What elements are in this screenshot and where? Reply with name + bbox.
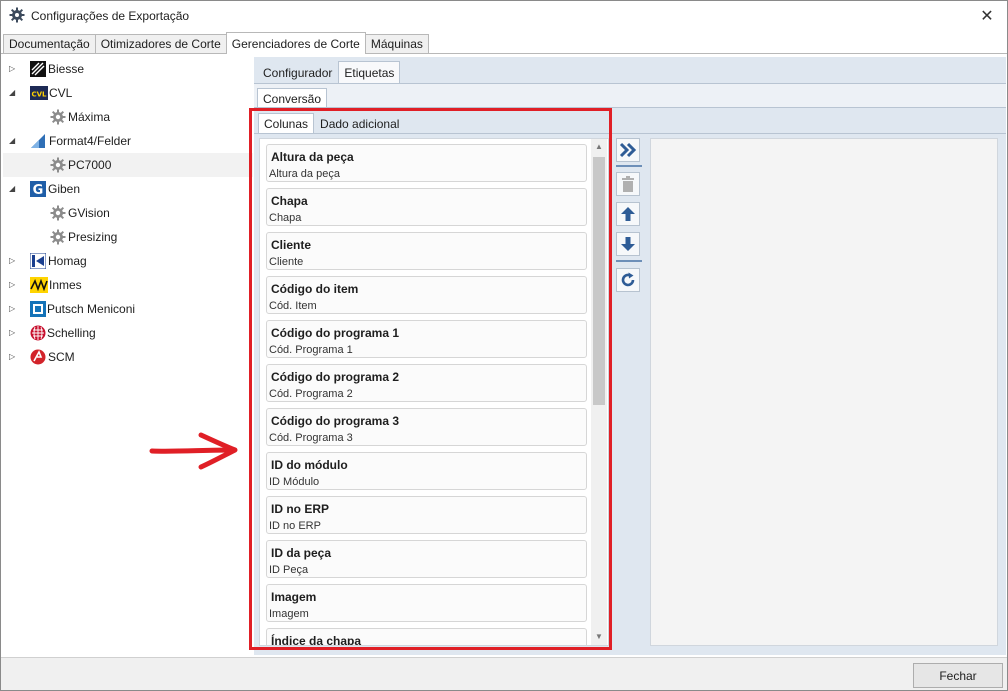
expand-icon[interactable]: ▷ [9,304,19,314]
giben-logo-icon: G [30,181,46,197]
expand-icon[interactable]: ▷ [9,280,19,290]
tree-item-label: Máxima [68,110,111,124]
tree-item-cvl[interactable]: ◢ CVL CVL [3,81,253,105]
selected-columns-list[interactable] [650,138,998,646]
add-all-button[interactable] [616,138,640,162]
biesse-logo-icon [30,61,46,77]
tree-item-label: Homag [48,254,87,268]
tree-item-label: PC7000 [68,158,112,172]
window-title: Configurações de Exportação [31,9,190,23]
add-all-icon [619,142,637,158]
tree-item-label: Presizing [68,230,118,244]
move-down-icon [621,237,635,251]
tree-item-label: Inmes [49,278,82,292]
tab-conversao[interactable]: Conversão [257,88,328,108]
tree-item-label: Format4/Felder [49,134,132,148]
tree-item-label: Giben [48,182,81,196]
move-up-icon [621,207,635,221]
collapse-icon[interactable]: ◢ [9,136,19,146]
schelling-logo-icon [30,325,46,341]
toolbar-separator [616,165,642,167]
svg-text:CVL: CVL [31,91,47,99]
tree-item-presizing[interactable]: Presizing [3,225,253,249]
export-settings-window: Configurações de Exportação ✕ Documentaç… [0,0,1008,691]
tree-item-biesse[interactable]: ▷ Biesse [3,57,253,81]
tree-item-maxima[interactable]: Máxima [3,105,253,129]
tree-item-scm[interactable]: ▷ SCM [3,345,253,369]
close-window-button[interactable]: ✕ [967,1,1007,31]
tab-documentacao[interactable]: Documentação [3,34,96,54]
sub-tab-strip: Configurador Etiquetas [257,61,401,83]
tab-maquinas[interactable]: Máquinas [364,34,429,54]
tab-configurador[interactable]: Configurador [257,61,338,83]
svg-text:G: G [33,183,44,197]
tab-otimizadores-de-corte[interactable]: Otimizadores de Corte [94,34,227,54]
gear-icon [50,157,66,173]
top-tab-strip: Documentação Otimizadores de Corte Geren… [3,32,429,54]
tree-item-putsch-meniconi[interactable]: ▷ Putsch Meniconi [3,297,253,321]
tree-item-giben[interactable]: ◢ G Giben [3,177,253,201]
tree-item-label: Biesse [48,62,85,76]
move-down-button[interactable] [616,232,640,256]
collapse-icon[interactable]: ◢ [9,88,19,98]
tree-item-label: GVision [68,206,110,220]
expand-icon[interactable]: ▷ [9,64,19,74]
highlight-box [249,108,612,650]
tree-item-homag[interactable]: ▷ Homag [3,249,253,273]
tree-item-label: Schelling [47,326,96,340]
gear-icon [50,229,66,245]
collapse-icon[interactable]: ◢ [9,184,19,194]
tree-item-inmes[interactable]: ▷ Inmes [3,273,253,297]
tree-item-schelling[interactable]: ▷ Schelling [3,321,253,345]
expand-icon[interactable]: ▷ [9,352,19,362]
putsch-logo-icon [30,301,46,317]
delete-icon [622,176,634,192]
tree-item-label: SCM [48,350,75,364]
tree-item-pc7000[interactable]: PC7000 [3,153,253,177]
red-arrow-annotation [149,432,238,470]
expand-icon[interactable]: ▷ [9,256,19,266]
close-icon: ✕ [980,8,994,25]
tree-item-label: Putsch Meniconi [47,302,136,316]
refresh-button[interactable] [616,268,640,292]
refresh-icon [621,272,635,287]
move-up-button[interactable] [616,202,640,226]
close-button[interactable]: Fechar [913,663,1003,688]
expand-icon[interactable]: ▷ [9,328,19,338]
tree-item-gvision[interactable]: GVision [3,201,253,225]
settings-gear-icon [9,7,25,23]
gear-icon [50,109,66,125]
tab-gerenciadores-de-corte[interactable]: Gerenciadores de Corte [225,32,366,54]
dialog-footer [1,657,1007,690]
tab-strip-divider [1,53,1007,54]
tree-item-label: CVL [49,86,73,100]
format4-logo-icon [30,133,46,149]
cvl-logo-icon: CVL [30,86,48,100]
scm-logo-icon [30,349,46,365]
gear-icon [50,205,66,221]
inmes-logo-icon [30,277,48,293]
toolbar-separator [616,260,642,262]
tree-item-format4-felder[interactable]: ◢ Format4/Felder [3,129,253,153]
delete-button[interactable] [616,172,640,196]
tab-etiquetas[interactable]: Etiquetas [338,61,401,83]
homag-logo-icon [30,253,46,269]
cutting-manager-tree: ▷ Biesse ◢ CVL CVL Máxima ◢ Format4/Feld… [3,57,253,369]
title-bar: Configurações de Exportação ✕ [1,1,1007,32]
